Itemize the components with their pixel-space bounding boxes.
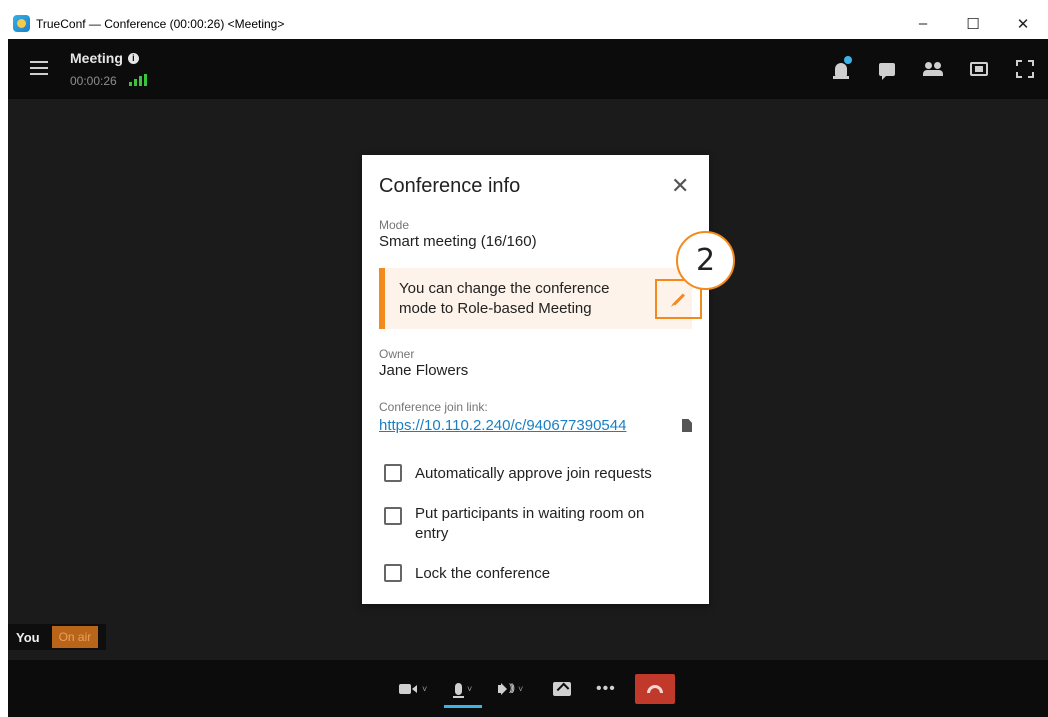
close-icon[interactable]: ✕ xyxy=(671,173,689,199)
waiting-room-checkbox-row[interactable]: Put participants in waiting room on entr… xyxy=(384,504,665,544)
close-window-button[interactable]: ✕ xyxy=(998,8,1048,39)
lock-conference-checkbox-row[interactable]: Lock the conference xyxy=(384,564,675,584)
notifications-button[interactable] xyxy=(818,39,864,99)
chevron-down-icon[interactable]: ˅ xyxy=(467,684,472,694)
checkbox-label: Automatically approve join requests xyxy=(415,465,652,482)
chevron-down-icon[interactable]: ˅ xyxy=(518,684,523,694)
bell-icon xyxy=(833,62,849,79)
fullscreen-icon xyxy=(1016,60,1034,78)
minimize-button[interactable]: – xyxy=(898,8,948,39)
participants-icon xyxy=(923,62,943,76)
mode-label: Mode xyxy=(379,218,410,232)
speaker-button[interactable]: ))) ˅ xyxy=(498,660,523,717)
lock-conference-checkbox[interactable] xyxy=(384,564,402,582)
camera-button[interactable]: ˅ xyxy=(399,660,427,717)
share-screen-icon xyxy=(553,681,571,696)
speaker-waves: ))) xyxy=(509,683,515,694)
share-screen-button[interactable] xyxy=(553,660,571,717)
fullscreen-button[interactable] xyxy=(1002,39,1048,99)
more-icon: ••• xyxy=(596,679,616,697)
join-link-label: Conference join link: xyxy=(379,400,488,414)
on-air-badge: On air xyxy=(51,626,99,648)
self-view-label: You On air xyxy=(8,624,107,650)
auto-approve-checkbox-row[interactable]: Automatically approve join requests xyxy=(384,464,675,484)
window-titlebar: TrueConf — Conference (00:00:26) <Meetin… xyxy=(8,8,1048,39)
content-button[interactable] xyxy=(956,39,1002,99)
camera-icon xyxy=(399,683,411,694)
maximize-button[interactable]: ☐ xyxy=(948,8,998,39)
checkbox-label: Put participants in waiting room on entr… xyxy=(415,505,645,542)
hang-up-icon xyxy=(635,673,675,704)
join-link[interactable]: https://10.110.2.240/c/940677390544 xyxy=(379,417,626,434)
menu-icon[interactable] xyxy=(30,61,48,75)
notice-text: You can change the conference mode to Ro… xyxy=(399,280,610,317)
window-title: TrueConf — Conference (00:00:26) <Meetin… xyxy=(36,16,285,31)
mode-change-notice: You can change the conference mode to Ro… xyxy=(379,268,702,329)
microphone-level-bar xyxy=(444,705,482,708)
call-toolbar: ˅ ˅ ))) ˅ ••• xyxy=(8,660,1048,717)
owner-value: Jane Flowers xyxy=(379,362,469,379)
info-icon[interactable]: i xyxy=(127,52,139,64)
step-number-callout: 2 xyxy=(676,231,735,290)
notification-dot xyxy=(844,56,852,64)
dialog-title: Conference info xyxy=(379,175,521,197)
owner-label: Owner xyxy=(379,347,415,361)
chat-button[interactable] xyxy=(864,39,910,99)
participants-button[interactable] xyxy=(910,39,956,99)
chevron-down-icon[interactable]: ˅ xyxy=(422,684,427,694)
copy-icon[interactable] xyxy=(682,419,692,432)
meeting-name: Meeting xyxy=(70,50,123,66)
microphone-icon xyxy=(453,682,464,698)
more-button[interactable]: ••• xyxy=(596,660,616,717)
waiting-room-checkbox[interactable] xyxy=(384,507,402,525)
conference-info-dialog: Conference info ✕ Mode Smart meeting (16… xyxy=(362,155,709,604)
pencil-icon xyxy=(672,292,685,306)
mode-value: Smart meeting (16/160) xyxy=(379,233,537,250)
hang-up-button[interactable] xyxy=(635,660,675,717)
content-icon xyxy=(970,62,988,76)
signal-strength-icon xyxy=(129,74,147,86)
auto-approve-checkbox[interactable] xyxy=(384,464,402,482)
window-controls: – ☐ ✕ xyxy=(898,8,1048,39)
conference-header: Meeting i 00:00:26 xyxy=(8,39,1048,99)
chat-icon xyxy=(879,62,895,80)
checkbox-label: Lock the conference xyxy=(415,565,551,582)
you-label: You xyxy=(16,629,40,645)
meeting-title[interactable]: Meeting i xyxy=(70,50,139,66)
conference-timer: 00:00:26 xyxy=(70,74,117,88)
microphone-button[interactable]: ˅ xyxy=(453,660,472,717)
trueconf-logo-icon xyxy=(13,15,30,32)
header-actions xyxy=(818,39,1048,99)
